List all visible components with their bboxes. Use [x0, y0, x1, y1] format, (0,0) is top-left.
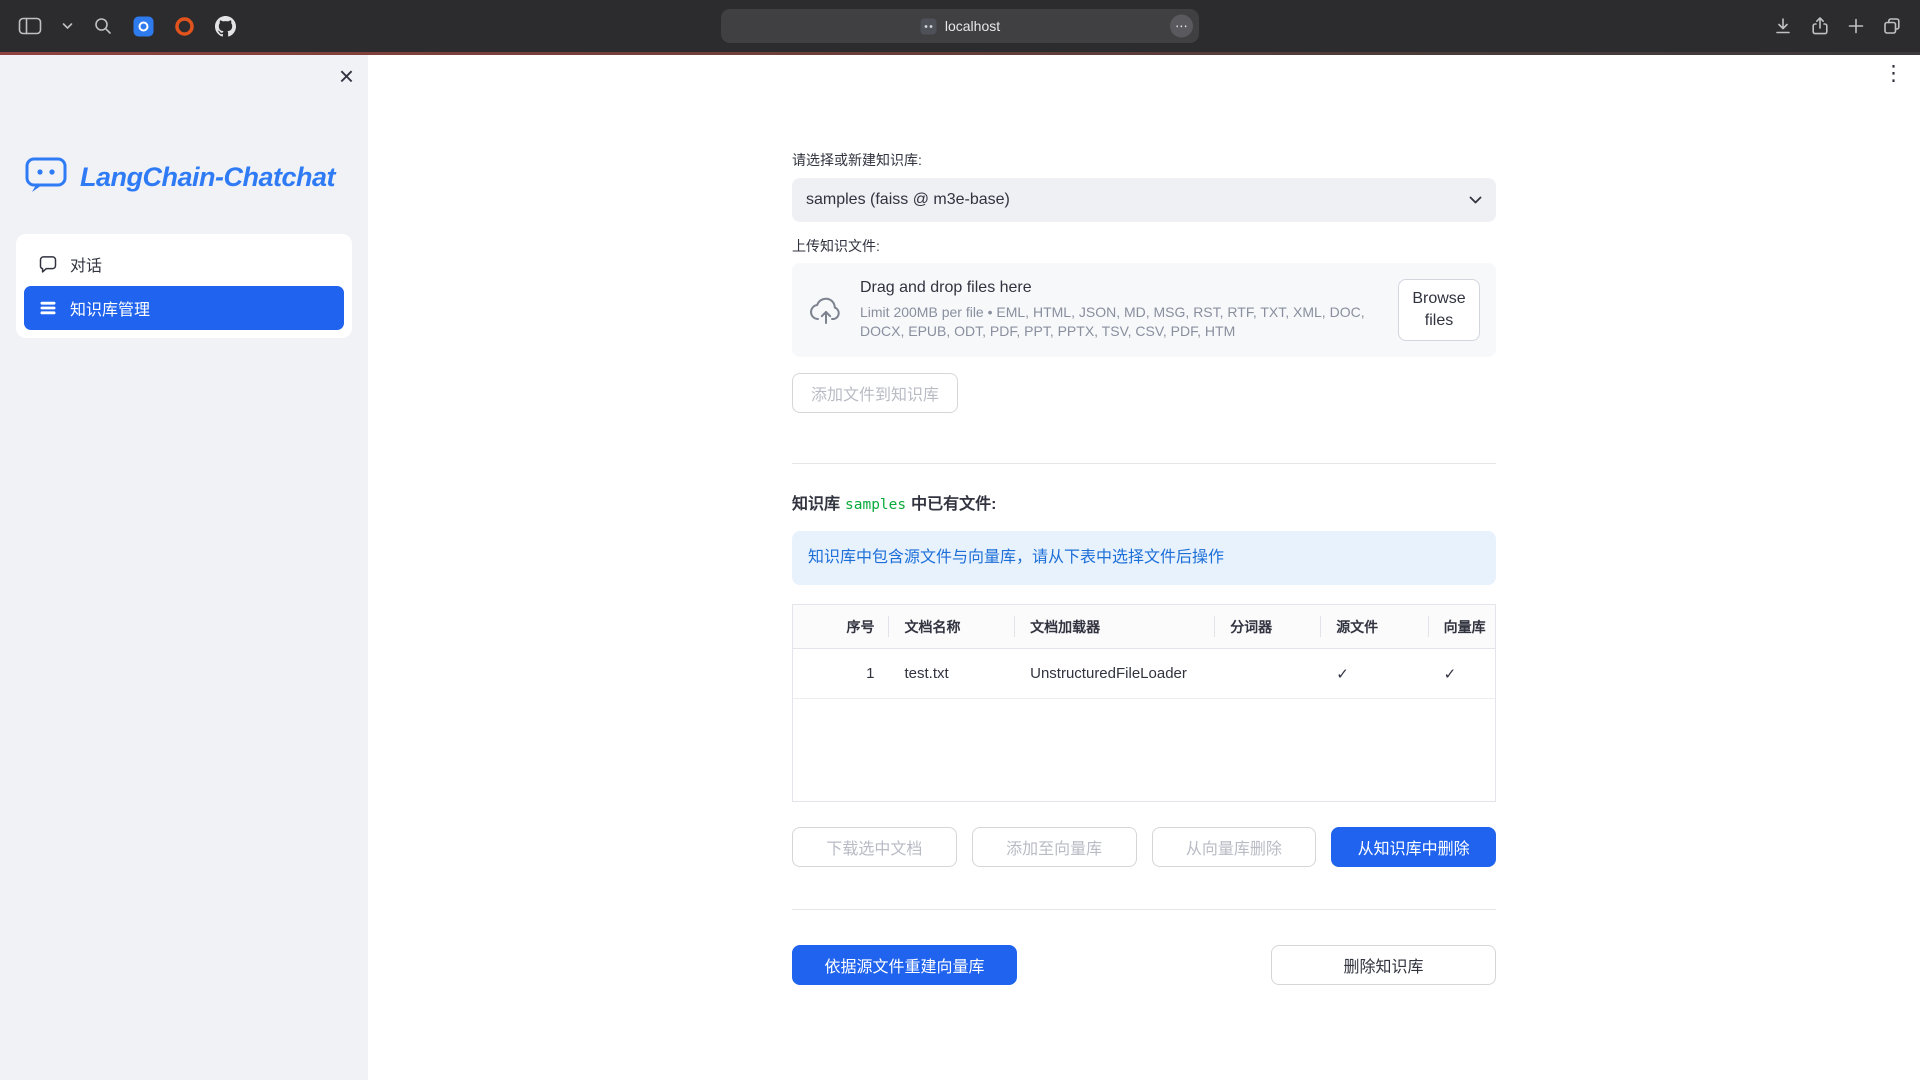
table-empty-area — [793, 699, 1495, 801]
cell-splitter — [1214, 649, 1320, 698]
search-icon[interactable] — [93, 16, 113, 36]
app-menu-kebab-icon[interactable]: ⋮ — [1883, 63, 1904, 84]
table-header-name: 文档名称 — [888, 605, 1014, 648]
logo-chat-bubble-icon — [24, 155, 68, 200]
cell-index: 1 — [793, 649, 888, 698]
knowledge-base-icon — [38, 298, 58, 318]
kb-selectbox-value: samples (faiss @ m3e-base) — [806, 191, 1010, 209]
chat-bubble-icon — [38, 254, 58, 274]
content-column: 请选择或新建知识库: samples (faiss @ m3e-base) 上传… — [792, 55, 1496, 985]
share-icon[interactable] — [1810, 16, 1830, 36]
blue-extension-icon[interactable] — [133, 16, 154, 37]
upload-label: 上传知识文件: — [792, 236, 1496, 256]
file-dropzone[interactable]: Drag and drop files here Limit 200MB per… — [792, 263, 1496, 357]
new-tab-icon[interactable] — [1847, 17, 1865, 35]
select-chevron-down-icon — [1469, 196, 1482, 205]
toolbar-left-group — [18, 16, 236, 37]
info-alert: 知识库中包含源文件与向量库，请从下表中选择文件后操作 — [792, 531, 1496, 585]
sidebar-nav: 对话 知识库管理 — [16, 234, 352, 338]
cell-loader: UnstructuredFileLoader — [1014, 649, 1214, 698]
download-icon[interactable] — [1773, 16, 1793, 36]
tab-overview-icon[interactable] — [1882, 16, 1902, 36]
table-header-row: 序号 文档名称 文档加载器 分词器 源文件 向量库 — [793, 605, 1495, 649]
sidebar-toggle-icon[interactable] — [18, 16, 42, 36]
files-heading: 知识库samples中已有文件: — [792, 494, 1496, 516]
add-files-to-kb-button[interactable]: 添加文件到知识库 — [792, 373, 958, 413]
rebuild-vector-store-button[interactable]: 依据源文件重建向量库 — [792, 945, 1017, 985]
table-header-splitter: 分词器 — [1214, 605, 1320, 648]
sidebar-item-label: 知识库管理 — [70, 296, 150, 320]
browser-toolbar: localhost ⋯ — [0, 0, 1920, 52]
kb-name-code: samples — [840, 497, 911, 513]
divider — [792, 909, 1496, 910]
url-text: localhost — [945, 18, 1000, 34]
browse-files-button[interactable]: Browse files — [1398, 279, 1480, 340]
files-heading-prefix: 知识库 — [792, 496, 840, 513]
logo-text: LangChain-Chatchat — [80, 162, 335, 193]
files-heading-suffix: 中已有文件: — [911, 496, 996, 513]
files-table: 序号 文档名称 文档加载器 分词器 源文件 向量库 1 test.txt Uns… — [792, 604, 1496, 802]
sidebar-item-knowledge-base[interactable]: 知识库管理 — [24, 286, 344, 330]
kb-selectbox[interactable]: samples (faiss @ m3e-base) — [792, 178, 1496, 222]
orange-ring-extension-icon[interactable] — [174, 16, 195, 37]
app-logo: LangChain-Chatchat — [24, 155, 368, 200]
file-actions-row: 下载选中文档 添加至向量库 从向量库删除 从知识库中删除 — [792, 827, 1496, 867]
dropzone-limit-text: Limit 200MB per file • EML, HTML, JSON, … — [860, 303, 1382, 341]
table-header-source: 源文件 — [1320, 605, 1427, 648]
main-area: ⋮ 请选择或新建知识库: samples (faiss @ m3e-base) … — [368, 55, 1920, 1080]
download-selected-button[interactable]: 下载选中文档 — [792, 827, 957, 867]
sidebar-item-label: 对话 — [70, 252, 102, 276]
delete-kb-button[interactable]: 删除知识库 — [1271, 945, 1496, 985]
sidebar: × LangChain-Chatchat 对话 知识库管理 — [0, 55, 368, 1080]
toolbar-right-group — [1773, 16, 1902, 36]
chevron-down-icon[interactable] — [62, 22, 73, 30]
table-header-index: 序号 — [793, 605, 888, 648]
sidebar-close-button[interactable]: × — [339, 63, 354, 89]
extensions-ellipsis-button[interactable]: ⋯ — [1170, 15, 1193, 38]
site-favicon — [920, 18, 937, 35]
cloud-upload-icon — [808, 295, 844, 325]
table-header-loader: 文档加载器 — [1014, 605, 1214, 648]
sidebar-item-chat[interactable]: 对话 — [24, 242, 344, 286]
cell-source-check: ✓ — [1320, 649, 1427, 698]
table-header-vector: 向量库 — [1428, 605, 1495, 648]
divider — [792, 463, 1496, 464]
dropzone-title: Drag and drop files here — [860, 279, 1382, 297]
add-to-vector-store-button[interactable]: 添加至向量库 — [972, 827, 1137, 867]
kb-select-label: 请选择或新建知识库: — [792, 150, 1496, 170]
delete-from-kb-button[interactable]: 从知识库中删除 — [1331, 827, 1496, 867]
kb-bottom-actions: 依据源文件重建向量库 删除知识库 — [792, 945, 1496, 985]
cell-vector-check: ✓ — [1428, 649, 1495, 698]
github-icon[interactable] — [215, 16, 236, 37]
dropzone-texts: Drag and drop files here Limit 200MB per… — [844, 279, 1398, 341]
table-row[interactable]: 1 test.txt UnstructuredFileLoader ✓ ✓ — [793, 649, 1495, 699]
cell-name: test.txt — [888, 649, 1014, 698]
address-bar[interactable]: localhost ⋯ — [721, 9, 1199, 43]
remove-from-vector-store-button[interactable]: 从向量库删除 — [1152, 827, 1317, 867]
